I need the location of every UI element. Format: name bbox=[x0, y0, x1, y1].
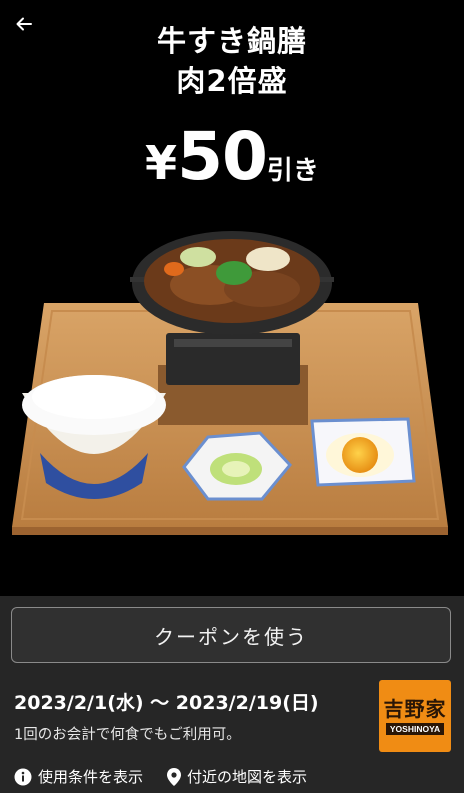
discount-suffix: 引き bbox=[266, 156, 319, 186]
location-pin-icon bbox=[167, 767, 182, 786]
show-map-link[interactable]: 付近の地図を表示 bbox=[167, 766, 307, 787]
discount-amount: ¥50引き bbox=[0, 118, 464, 195]
use-coupon-button[interactable]: クーポンを使う bbox=[11, 607, 451, 663]
info-icon bbox=[14, 768, 32, 785]
coupon-title-line1: 牛すき鍋膳 bbox=[156, 24, 307, 58]
brand-logo-kanji: 吉野家 bbox=[383, 697, 447, 721]
brand-logo-roman: YOSHINOYA bbox=[385, 723, 445, 735]
valid-period: 2023/2/1(水) 〜 2023/2/19(日) bbox=[14, 692, 319, 714]
usage-note: 1回のお会計で何食でもご利用可。 bbox=[14, 727, 241, 743]
product-photo bbox=[12, 231, 448, 535]
footer-links: 使用条件を表示 付近の地図を表示 bbox=[14, 766, 307, 787]
yen-sign: ¥ bbox=[145, 136, 178, 190]
coupon-title-line2: 肉2倍盛 bbox=[176, 64, 288, 98]
coupon-hero: 牛すき鍋膳 肉2倍盛 ¥50引き bbox=[0, 0, 464, 596]
coupon-info-panel: クーポンを使う 2023/2/1(水) 〜 2023/2/19(日) 1回のお会… bbox=[0, 596, 464, 793]
show-terms-link[interactable]: 使用条件を表示 bbox=[14, 766, 143, 787]
show-terms-label: 使用条件を表示 bbox=[38, 768, 144, 786]
discount-value: 50 bbox=[177, 118, 268, 195]
show-map-label: 付近の地図を表示 bbox=[187, 768, 308, 786]
brand-logo: 吉野家 YOSHINOYA bbox=[379, 680, 451, 752]
